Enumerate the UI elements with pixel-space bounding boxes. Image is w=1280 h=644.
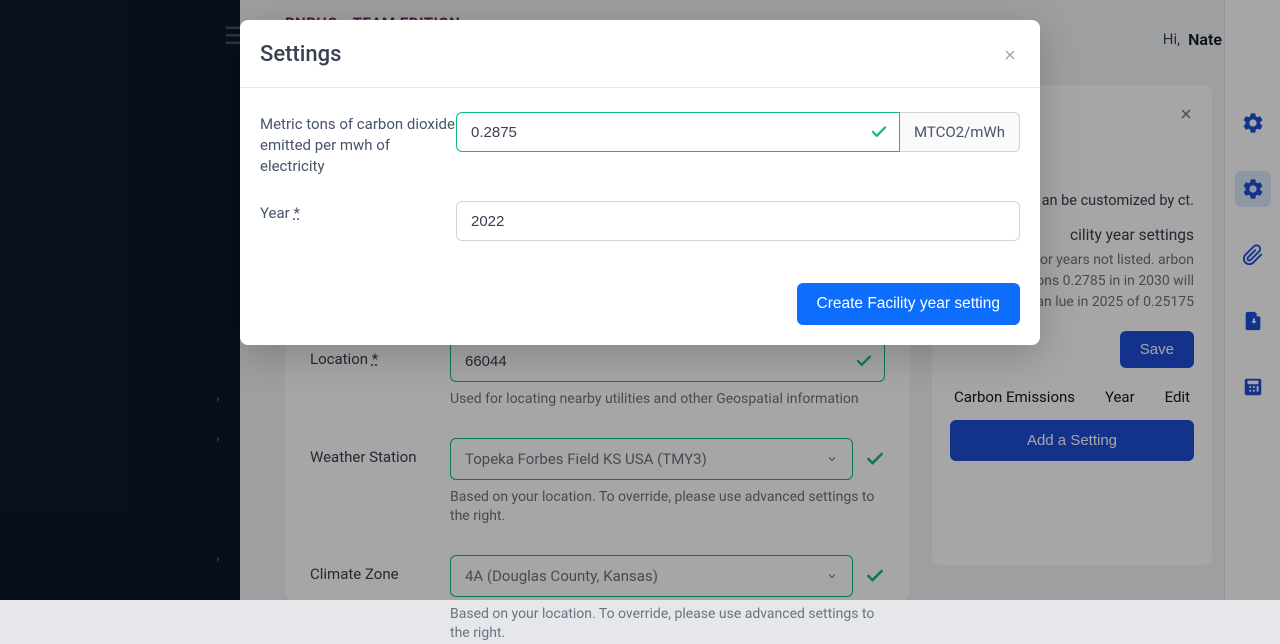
year-input[interactable] xyxy=(456,201,1020,241)
required-mark: * xyxy=(293,204,299,222)
close-icon[interactable] xyxy=(1002,47,1018,63)
year-label-text: Year xyxy=(260,204,290,222)
create-facility-year-button[interactable]: Create Facility year setting xyxy=(797,283,1021,325)
co2-row: Metric tons of carbon dioxide emitted pe… xyxy=(260,112,1020,177)
co2-label: Metric tons of carbon dioxide emitted pe… xyxy=(260,112,456,177)
year-label: Year * xyxy=(260,201,456,224)
settings-modal: Settings Metric tons of carbon dioxide e… xyxy=(240,20,1040,345)
year-row: Year * xyxy=(260,201,1020,241)
modal-title: Settings xyxy=(260,42,341,67)
climate-zone-help: Based on your location. To override, ple… xyxy=(450,605,885,644)
co2-unit: MTCO2/mWh xyxy=(900,112,1020,152)
co2-input[interactable] xyxy=(456,112,900,152)
check-icon xyxy=(870,123,888,141)
